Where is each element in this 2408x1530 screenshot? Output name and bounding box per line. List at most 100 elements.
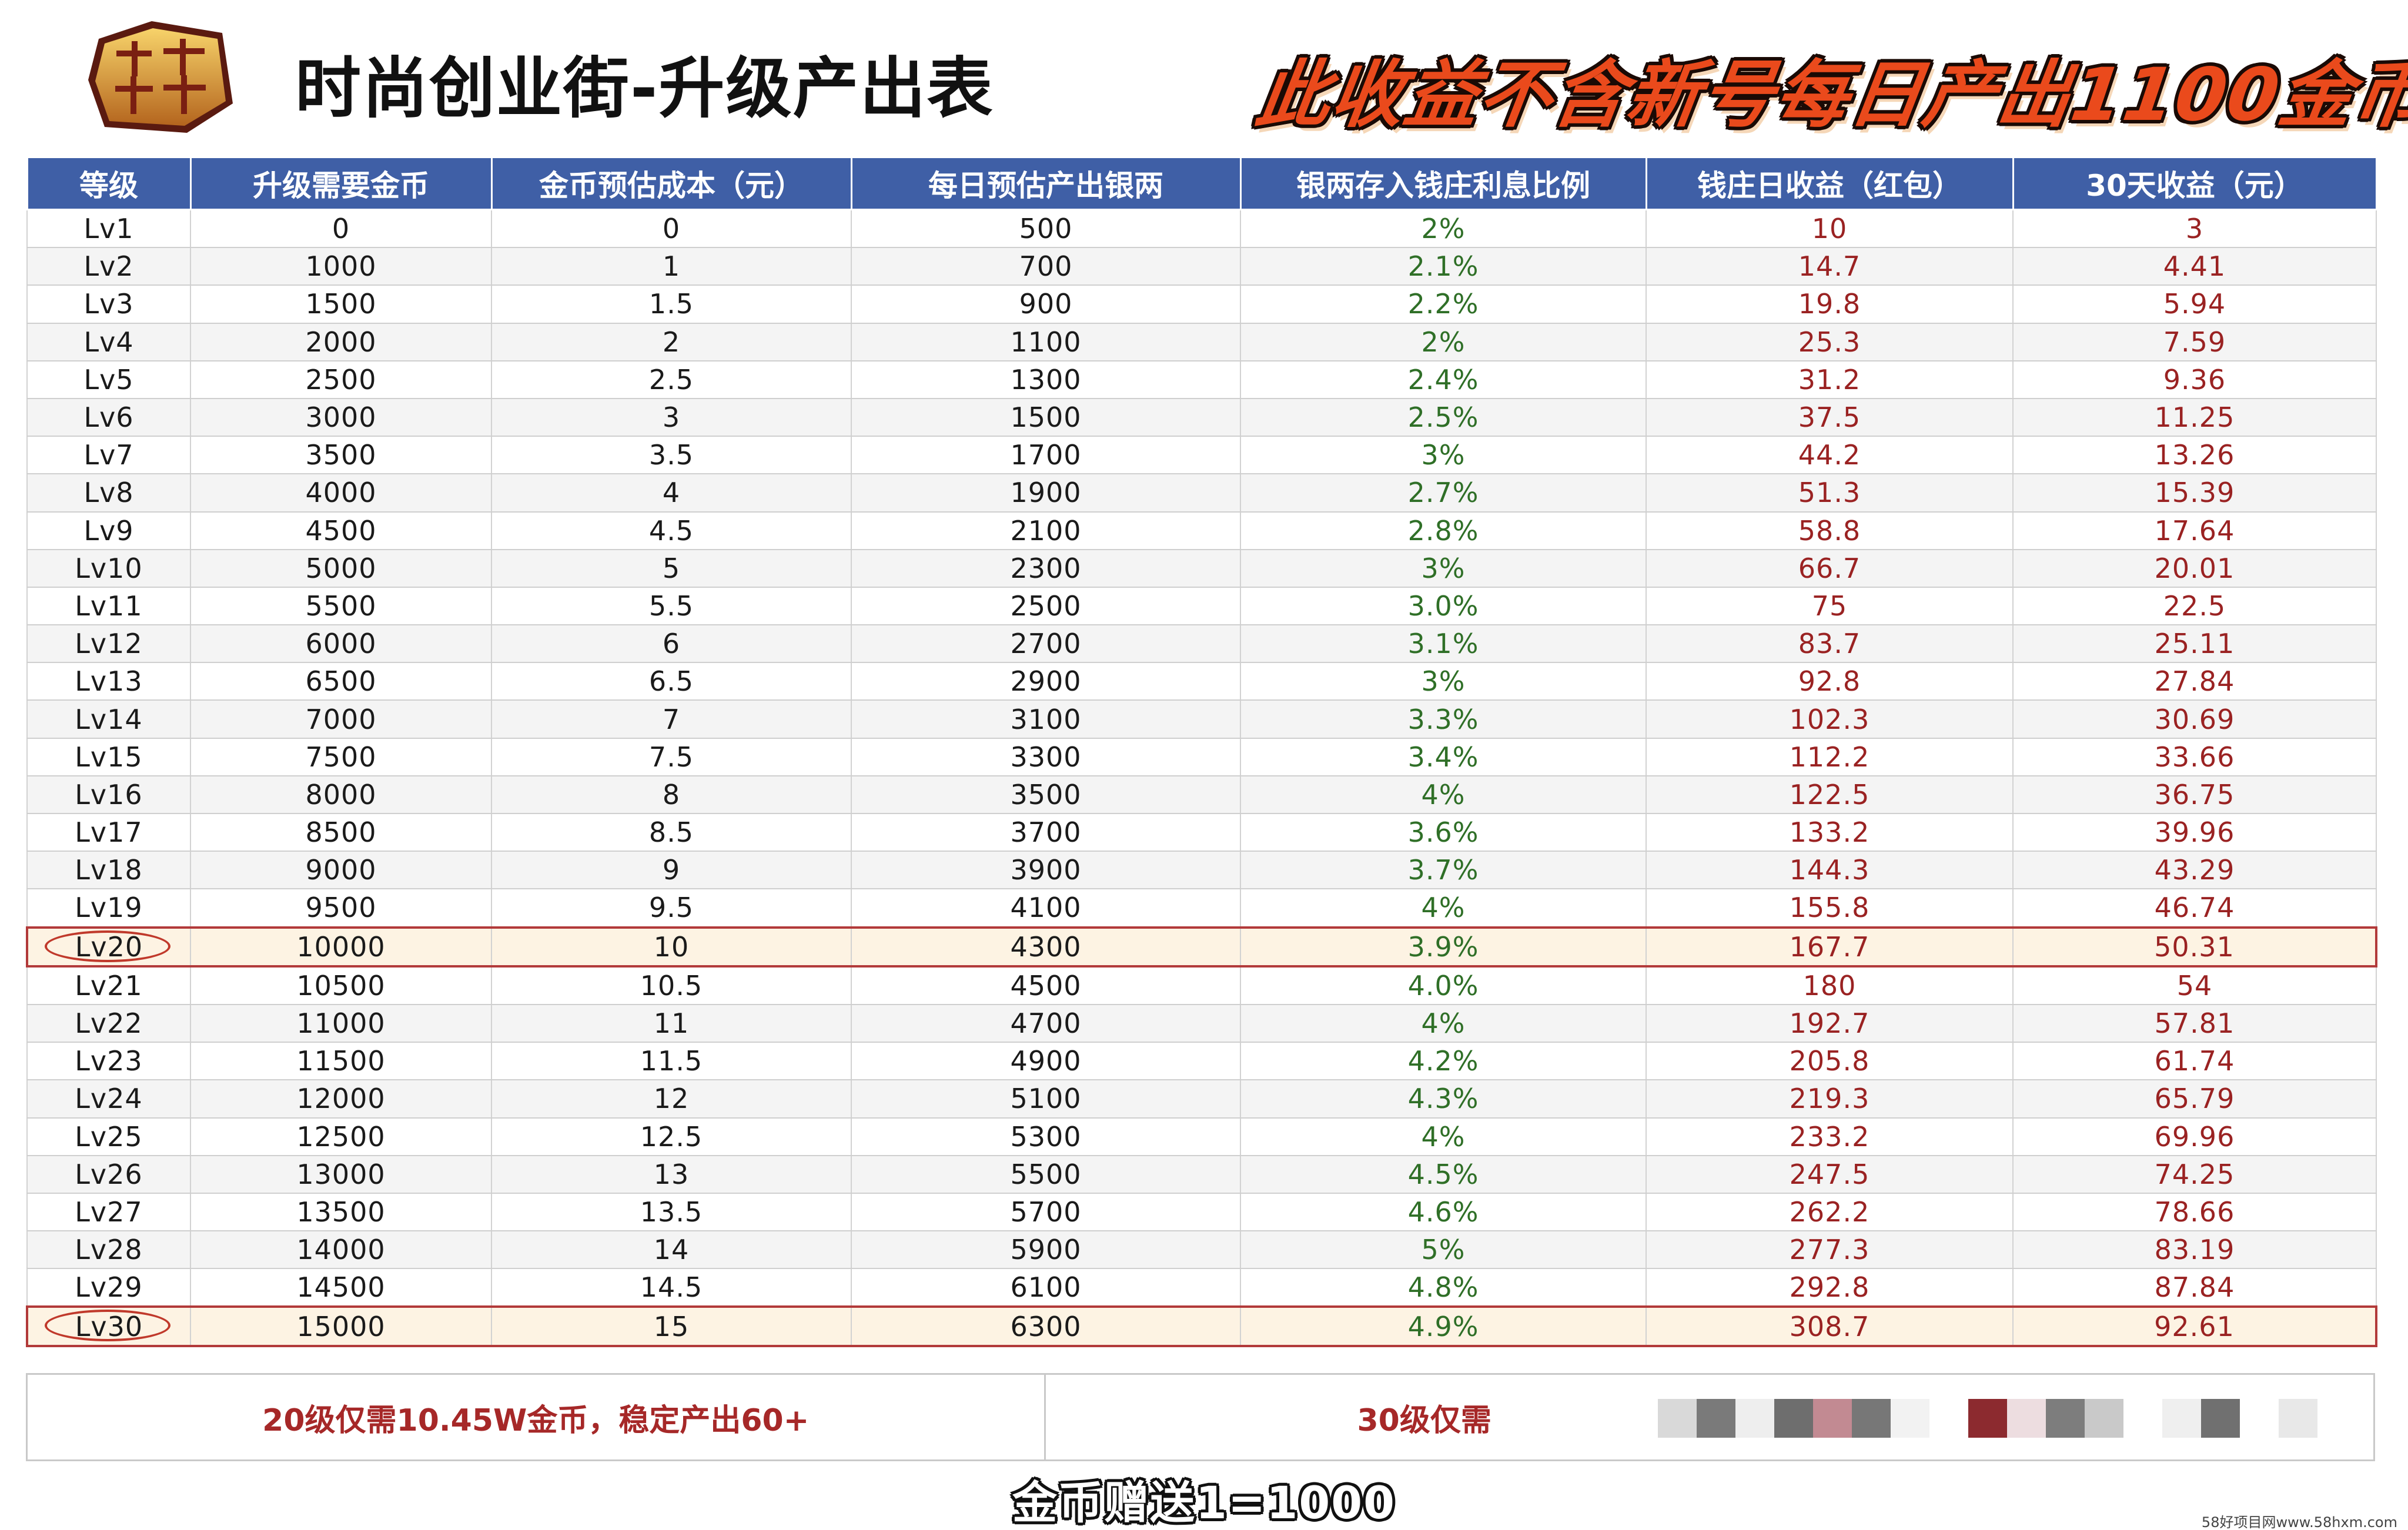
cell-rate: 4.3% [1240,1080,1647,1119]
cell-month: 54 [2012,966,2377,1005]
cell-coins: 7500 [190,738,492,776]
cell-cost: 6.5 [491,662,852,701]
cell-month: 33.66 [2012,738,2377,776]
cell-rate: 3.7% [1240,851,1647,890]
cell-daily: 122.5 [1646,775,2014,815]
cell-coins: 5000 [190,549,492,588]
cell-rate: 3.3% [1240,700,1647,739]
cell-rate: 3% [1240,662,1647,701]
cell-coins: 10000 [190,926,492,967]
cell-coins: 4000 [190,474,492,513]
col-header-silver: 每日预估产出银两 [850,156,1242,210]
cell-level: Lv28 [26,1231,191,1270]
cell-month: 9.36 [2012,360,2377,399]
cell-rate: 3.6% [1240,813,1647,852]
table-row: Lv1 0 0 500 2% 10 3 [26,209,2377,249]
cell-month: 17.64 [2012,511,2377,550]
mosaic-block [1891,1399,1929,1438]
table-row: Lv25 12500 12.5 5300 4% 233.2 69.96 [26,1117,2377,1156]
cell-rate: 4% [1240,775,1647,815]
cell-coins: 0 [190,209,492,249]
cell-daily: 83.7 [1646,625,2014,664]
cell-month: 36.75 [2012,775,2377,815]
cell-rate: 3.4% [1240,738,1647,776]
cell-silver: 5700 [851,1193,1241,1232]
cell-cost: 15 [491,1305,852,1347]
cell-silver: 2700 [851,625,1241,664]
cell-coins: 3000 [190,398,492,437]
cell-month: 83.19 [2012,1231,2377,1270]
cell-daily: 262.2 [1646,1193,2014,1232]
cell-level: Lv5 [26,360,191,399]
cell-silver: 4100 [851,889,1241,928]
cell-level: Lv6 [26,398,191,437]
cell-month: 87.84 [2012,1268,2377,1308]
cell-silver: 3900 [851,851,1241,890]
cell-month: 30.69 [2012,700,2377,739]
cell-silver: 2100 [851,511,1241,550]
cell-month: 22.5 [2012,587,2377,626]
cell-cost: 14.5 [491,1268,852,1308]
cell-coins: 8500 [190,813,492,852]
table-row: Lv16 8000 8 3500 4% 122.5 36.75 [26,775,2377,815]
cell-month: 27.84 [2012,662,2377,701]
mosaic-block [1929,1399,1968,1438]
cell-silver: 1900 [851,474,1241,513]
cell-month: 5.94 [2012,285,2377,324]
cell-level: Lv12 [26,625,191,664]
cell-cost: 2.5 [491,360,852,399]
cell-rate: 2.5% [1240,398,1647,437]
col-header-cost: 金币预估成本（元） [490,156,852,210]
cell-rate: 2.8% [1240,511,1647,550]
cell-silver: 6100 [851,1268,1241,1308]
mosaic-block [1774,1399,1813,1438]
cell-daily: 58.8 [1646,511,2014,550]
page: 时尚创业街-升级产出表 此收益不含新号每日产出1100金币 等级 升级需要金币 … [0,0,2408,1530]
cell-rate: 2.4% [1240,360,1647,399]
privacy-mosaic [1658,1362,2408,1474]
cell-rate: 4.9% [1240,1305,1647,1347]
cell-coins: 7000 [190,700,492,739]
cell-rate: 4.0% [1240,966,1647,1005]
cell-cost: 9 [491,851,852,890]
cell-silver: 3300 [851,738,1241,776]
cell-level: Lv10 [26,549,191,588]
cell-level: Lv24 [26,1080,191,1119]
mosaic-block [2201,1399,2240,1438]
mosaic-block [1852,1399,1891,1438]
cell-silver: 4700 [851,1004,1241,1043]
table-row: Lv8 4000 4 1900 2.7% 51.3 15.39 [26,474,2377,513]
mosaic-block [1735,1399,1774,1438]
cell-coins: 8000 [190,775,492,815]
mosaic-block [1968,1399,2007,1438]
table-row: Lv2 1000 1 700 2.1% 14.7 4.41 [26,247,2377,286]
col-header-month: 30天收益（元） [2012,156,2377,210]
cell-daily: 205.8 [1646,1042,2014,1081]
cell-cost: 5 [491,549,852,588]
cell-daily: 277.3 [1646,1231,2014,1270]
cell-month: 3 [2012,209,2377,249]
table-row: Lv18 9000 9 3900 3.7% 144.3 43.29 [26,851,2377,890]
table-row: Lv26 13000 13 5500 4.5% 247.5 74.25 [26,1155,2377,1194]
cell-cost: 11 [491,1004,852,1043]
cell-cost: 3 [491,398,852,437]
cell-rate: 4% [1240,1004,1647,1043]
cell-month: 65.79 [2012,1080,2377,1119]
table-row: Lv29 14500 14.5 6100 4.8% 292.8 87.84 [26,1268,2377,1308]
col-header-level: 等级 [26,156,192,210]
cell-rate: 3.9% [1240,926,1647,967]
cell-coins: 5500 [190,587,492,626]
cell-daily: 102.3 [1646,700,2014,739]
table-row: Lv27 13500 13.5 5700 4.6% 262.2 78.66 [26,1193,2377,1232]
cell-daily: 192.7 [1646,1004,2014,1043]
mosaic-block [1658,1399,1697,1438]
cell-daily: 51.3 [1646,474,2014,513]
cell-rate: 4.8% [1240,1268,1647,1308]
coin-gift-caption: 金币赠送1=1000 [1012,1477,1396,1529]
cell-coins: 3500 [190,436,492,475]
cell-cost: 14 [491,1231,852,1270]
cell-daily: 25.3 [1646,323,2014,361]
cell-silver: 4300 [851,926,1241,967]
table-row: Lv17 8500 8.5 3700 3.6% 133.2 39.96 [26,813,2377,852]
cell-cost: 13.5 [491,1193,852,1232]
